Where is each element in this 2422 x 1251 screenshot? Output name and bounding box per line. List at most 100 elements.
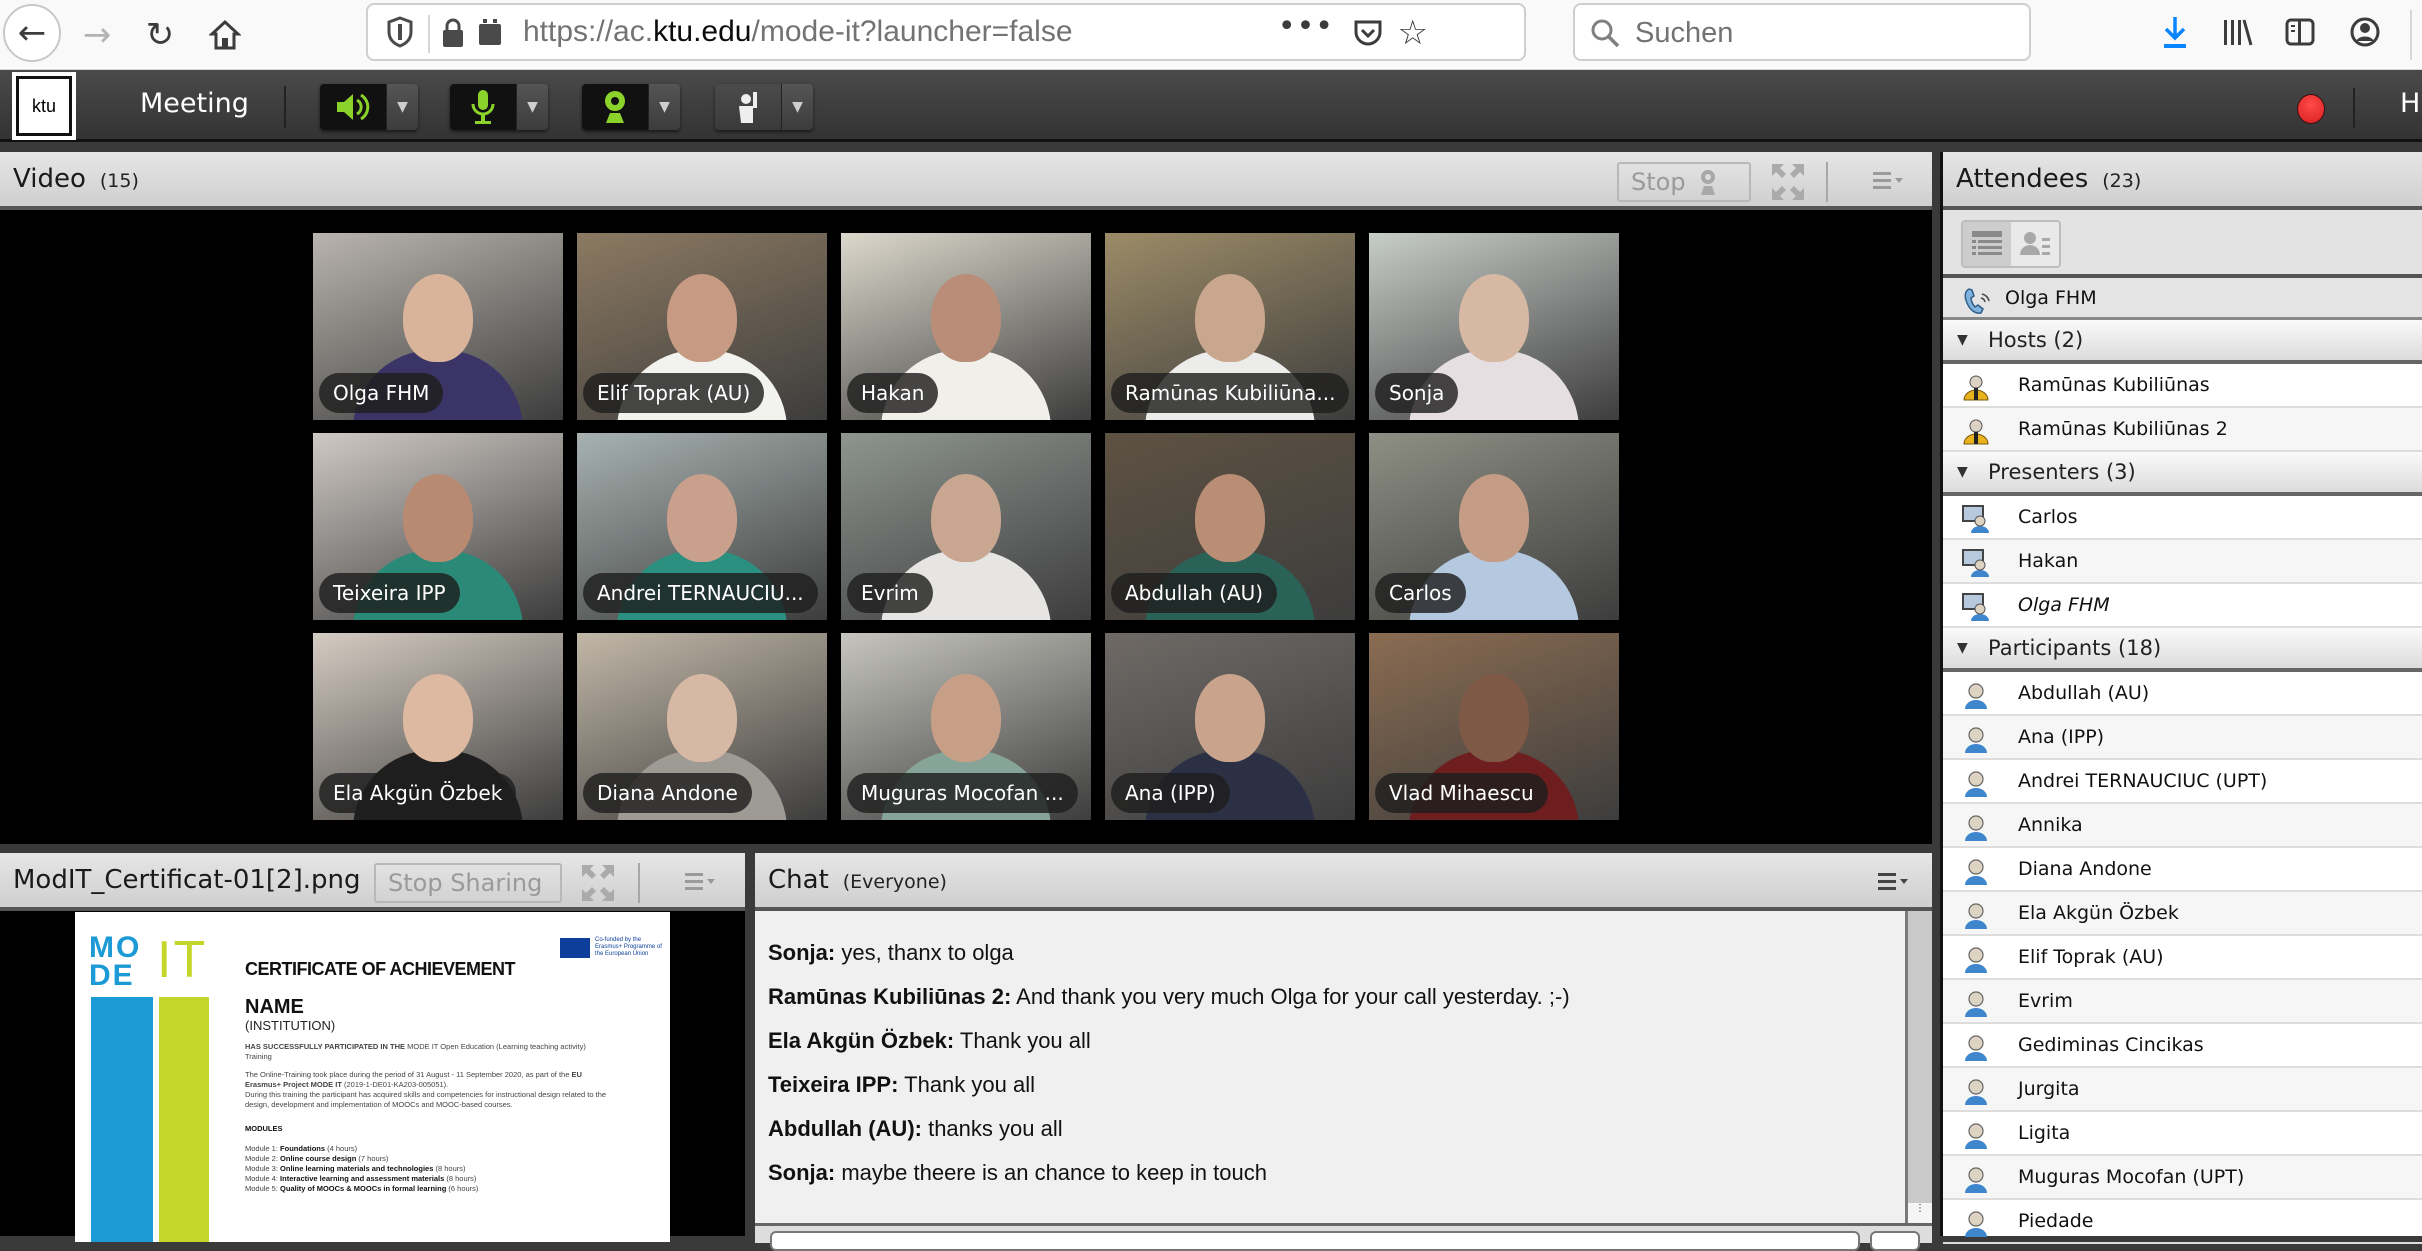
attendee-name: Olga FHM [2018, 594, 2110, 616]
attendee-row[interactable]: Evrim [1943, 980, 2422, 1024]
account-button[interactable] [2345, 12, 2385, 52]
collapse-triangle-icon[interactable]: ▼ [1957, 640, 1968, 656]
video-tile[interactable]: Evrim [841, 433, 1091, 620]
home-button[interactable] [200, 10, 250, 60]
list-view-button[interactable] [1963, 222, 2011, 266]
recording-indicator-icon[interactable] [2297, 94, 2325, 124]
view-toggle [1961, 220, 2061, 268]
attendee-row[interactable]: Jurgita [1943, 1068, 2422, 1112]
attendee-name: Abdullah (AU) [2018, 682, 2150, 704]
video-tile-name: Sonja [1375, 373, 1459, 413]
speaker-toggle-button[interactable] [320, 84, 386, 130]
video-tile[interactable]: Carlos [1369, 433, 1619, 620]
stop-webcam-button[interactable]: Stop [1617, 162, 1751, 202]
attendee-row[interactable]: Abdullah (AU) [1943, 672, 2422, 716]
pod-options-menu[interactable] [1870, 166, 1906, 196]
video-tile[interactable]: Teixeira IPP [313, 433, 563, 620]
chat-send-button[interactable] [1870, 1231, 1920, 1251]
card-view-button[interactable] [2011, 222, 2059, 266]
attendee-group-presenter[interactable]: ▼ Presenters (3) [1943, 452, 2422, 496]
attendee-row[interactable]: Muguras Mocofan (UPT) [1943, 1156, 2422, 1200]
chat-message: Sonja: yes, thanx to olga [768, 931, 1892, 975]
downloads-button[interactable] [2155, 12, 2195, 52]
chat-scrollbar[interactable]: ⋮ [1905, 911, 1932, 1223]
speaker-dropdown-button[interactable]: ▼ [386, 84, 418, 130]
header-separator [638, 863, 640, 903]
attendee-row[interactable]: Andrei TERNAUCIUC (UPT) [1943, 760, 2422, 804]
video-tile[interactable]: Ela Akgün Özbek [313, 633, 563, 820]
forward-button[interactable]: → [72, 10, 122, 60]
search-bar[interactable]: Suchen [1573, 3, 2031, 61]
attendee-group-host[interactable]: ▼ Hosts (2) [1943, 320, 2422, 364]
pocket-icon[interactable] [1352, 17, 1384, 49]
reload-button[interactable]: ↻ [135, 10, 185, 60]
back-button[interactable]: ← [3, 4, 61, 62]
attendee-row[interactable]: Ela Akgün Özbek [1943, 892, 2422, 936]
attendee-row[interactable]: Ramūnas Kubiliūnas 2 [1943, 408, 2422, 452]
attendee-name: Carlos [2018, 506, 2078, 528]
participant-face [1459, 474, 1529, 563]
fullscreen-icon[interactable] [1770, 162, 1806, 202]
attendee-name: Andrei TERNAUCIUC (UPT) [2018, 770, 2268, 792]
meeting-menu[interactable]: Meeting [140, 88, 249, 119]
attendee-row[interactable]: Elif Toprak (AU) [1943, 936, 2422, 980]
video-tile[interactable]: Muguras Mocofan ... [841, 633, 1091, 820]
video-tile[interactable]: Vlad Mihaescu [1369, 633, 1619, 820]
reload-icon: ↻ [145, 15, 175, 55]
attendee-row[interactable]: Piedade [1943, 1200, 2422, 1244]
period-intro: The Online-Training took place during th… [245, 1070, 572, 1079]
microphone-toggle-button[interactable] [450, 84, 516, 130]
attendee-row[interactable]: Diana Andone [1943, 848, 2422, 892]
video-tile-name: Muguras Mocofan ... [847, 773, 1078, 813]
shield-icon[interactable] [386, 16, 414, 48]
attendee-row[interactable]: Ligita [1943, 1112, 2422, 1156]
pod-options-menu[interactable] [682, 867, 718, 897]
microphone-dropdown-button[interactable]: ▼ [516, 84, 548, 130]
video-tile[interactable]: Sonja [1369, 233, 1619, 420]
video-tile[interactable]: Andrei TERNAUCIU... [577, 433, 827, 620]
video-tile[interactable]: Elif Toprak (AU) [577, 233, 827, 420]
sidebar-button[interactable] [2280, 12, 2320, 52]
attendee-row[interactable]: Hakan [1943, 540, 2422, 584]
attendee-group-participant[interactable]: ▼ Participants (18) [1943, 628, 2422, 672]
phone-attendee-row[interactable]: Olga FHM [1943, 278, 2422, 320]
address-bar[interactable]: https://ac.ktu.edu/mode-it?launcher=fals… [366, 3, 1526, 61]
attendee-row[interactable]: Carlos [1943, 496, 2422, 540]
module-item: Module 4: Interactive learning and asses… [245, 1174, 610, 1184]
attendee-name: Elif Toprak (AU) [2018, 946, 2164, 968]
search-input[interactable]: Suchen [1635, 17, 1733, 50]
attendee-row[interactable]: Ana (IPP) [1943, 716, 2422, 760]
bookmark-star-icon[interactable]: ☆ [1398, 15, 1428, 51]
pod-options-menu[interactable] [1875, 867, 1911, 897]
attendee-row[interactable]: Ramūnas Kubiliūnas [1943, 364, 2422, 408]
chat-message-input[interactable] [770, 1231, 1860, 1251]
video-tile-name: Diana Andone [583, 773, 752, 813]
camera-dropdown-button[interactable]: ▼ [648, 84, 680, 130]
camera-toggle-button[interactable] [582, 84, 648, 130]
certificate-body: HAS SUCCESSFULLY PARTICIPATED IN THE MOD… [245, 1042, 610, 1194]
library-button[interactable] [2218, 12, 2258, 52]
page-actions-button[interactable]: ••• [1278, 9, 1334, 44]
help-menu[interactable]: H [2400, 88, 2420, 119]
lock-icon[interactable] [440, 17, 466, 49]
collapse-triangle-icon[interactable]: ▼ [1957, 332, 1968, 348]
video-tile[interactable]: Ramūnas Kubiliūna... [1105, 233, 1355, 420]
video-tile[interactable]: Diana Andone [577, 633, 827, 820]
fullscreen-icon[interactable] [580, 863, 616, 903]
participant-icon [1965, 1035, 1987, 1061]
status-dropdown-button[interactable]: ▼ [781, 84, 813, 130]
video-tile[interactable]: Hakan [841, 233, 1091, 420]
scrollbar-handle[interactable]: ⋮ [1908, 1203, 1932, 1223]
stop-sharing-button[interactable]: Stop Sharing [374, 863, 562, 903]
module-name: Online course design [280, 1154, 357, 1163]
attendee-row[interactable]: Gediminas Cincikas [1943, 1024, 2422, 1068]
video-tile[interactable]: Abdullah (AU) [1105, 433, 1355, 620]
video-tile[interactable]: Ana (IPP) [1105, 633, 1355, 820]
collapse-triangle-icon[interactable]: ▼ [1957, 464, 1968, 480]
raise-hand-button[interactable] [715, 84, 781, 130]
url-text[interactable]: https://ac.ktu.edu/mode-it?launcher=fals… [523, 15, 1073, 49]
attendee-row[interactable]: Annika [1943, 804, 2422, 848]
attendee-row[interactable]: Olga FHM [1943, 584, 2422, 628]
permissions-icon[interactable] [476, 17, 504, 47]
video-tile[interactable]: Olga FHM [313, 233, 563, 420]
